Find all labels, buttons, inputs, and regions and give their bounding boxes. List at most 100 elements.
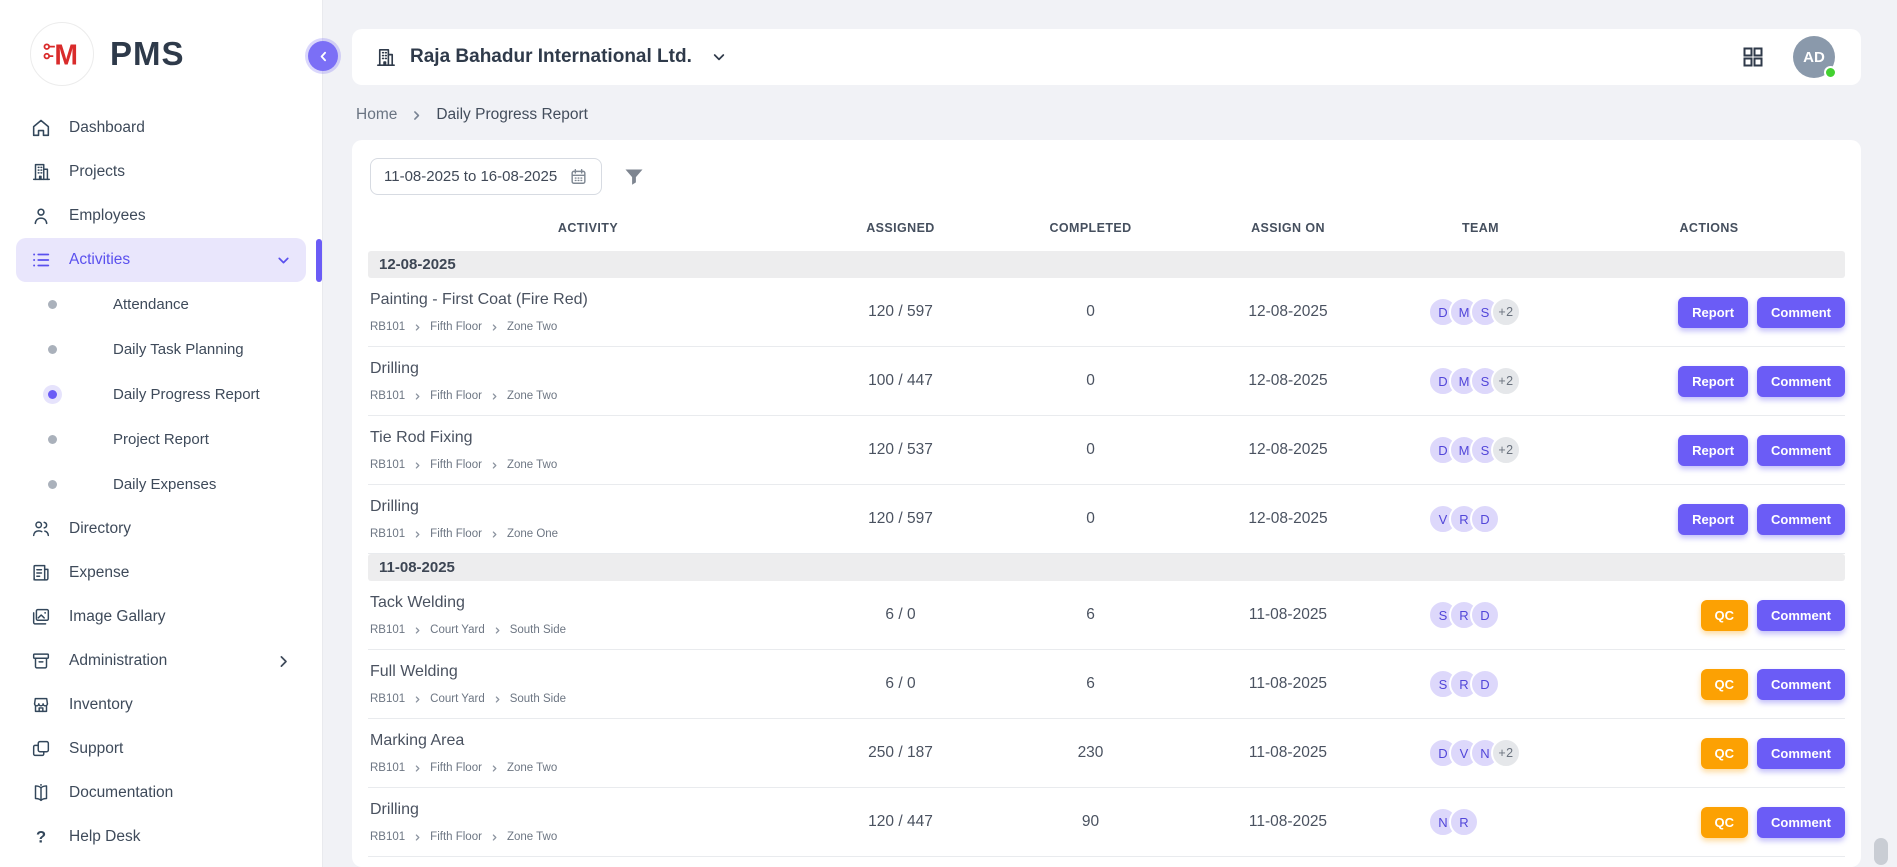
activity-location-path: RB101Fifth FloorZone Two [370,321,808,333]
sidebar-item-label: Expense [69,564,129,582]
scrollbar-thumb[interactable] [1874,838,1888,865]
comment-button[interactable]: Comment [1757,366,1845,397]
sidebar-item-label: Image Gallary [69,608,165,626]
sidebar-item-activities[interactable]: Activities [16,238,306,282]
activity-title: Tack Welding [370,594,808,612]
user-avatar[interactable]: AD [1793,36,1835,78]
home-icon [30,117,52,139]
team-more-badge[interactable]: +2 [1491,738,1521,768]
comment-button[interactable]: Comment [1757,297,1845,328]
sidebar-item-help-desk[interactable]: ? Help Desk [16,815,306,859]
sidebar-subitem-daily-progress-report[interactable]: Daily Progress Report [16,372,306,417]
sidebar-subitem-attendance[interactable]: Attendance [16,282,306,327]
chevron-right-icon [490,530,499,539]
report-button[interactable]: Report [1678,435,1748,466]
receipt-icon [30,562,52,584]
report-button[interactable]: Report [1678,504,1748,535]
topbar-right: AD [1741,36,1835,78]
sidebar-subitem-label: Attendance [113,296,189,313]
qc-button[interactable]: QC [1701,669,1749,700]
breadcrumb-current: Daily Progress Report [436,106,588,124]
date-range-input[interactable]: 11-08-2025 to 16-08-2025 [370,158,602,195]
sidebar-item-directory[interactable]: Directory [16,507,306,551]
col-activity: ACTIVITY [368,221,808,235]
chevron-down-icon [711,49,727,65]
date-range-value: 11-08-2025 to 16-08-2025 [384,168,557,185]
store-icon [30,694,52,716]
comment-button[interactable]: Comment [1757,600,1845,631]
path-crumb: Zone One [507,528,558,540]
sidebar-subitem-daily-expenses[interactable]: Daily Expenses [16,462,306,507]
path-crumb: Fifth Floor [430,528,482,540]
breadcrumb-home-link[interactable]: Home [356,106,397,124]
chevron-right-icon [410,109,423,122]
path-crumb: RB101 [370,528,405,540]
sidebar-item-label: Documentation [69,784,173,802]
bullet-dot-icon [48,390,57,399]
comment-button[interactable]: Comment [1757,669,1845,700]
assigned-value: 250 / 187 [808,744,993,762]
date-group-header: 11-08-2025 [368,554,1845,581]
report-button[interactable]: Report [1678,297,1748,328]
sidebar-item-support[interactable]: Support [16,727,306,771]
sidebar-item-documentation[interactable]: Documentation [16,771,306,815]
app-root: M PMS Dashboard Projects Employees Activ… [0,0,1897,867]
path-crumb: RB101 [370,321,405,333]
sidebar-item-dashboard[interactable]: Dashboard [16,106,306,150]
table-row: Tack Welding RB101Court YardSouth Side 6… [368,581,1845,650]
qc-button[interactable]: QC [1701,600,1749,631]
qc-button[interactable]: QC [1701,738,1749,769]
row-actions: QC Comment [1573,669,1845,700]
svg-text:?: ? [36,829,46,847]
sidebar-subitem-label: Daily Expenses [113,476,216,493]
chevron-right-icon [493,626,502,635]
chevron-right-icon [413,530,422,539]
sidebar-item-label: Help Desk [69,828,141,846]
path-crumb: Fifth Floor [430,459,482,471]
filter-icon[interactable] [622,165,646,189]
team-more-badge[interactable]: +2 [1491,366,1521,396]
chevron-right-icon [490,461,499,470]
team-more-badge[interactable]: +2 [1491,297,1521,327]
report-button[interactable]: Report [1678,366,1748,397]
activity-title: Full Welding [370,663,808,681]
building-icon [30,161,52,183]
path-crumb: RB101 [370,831,405,843]
assigned-value: 120 / 597 [808,303,993,321]
sidebar-item-employees[interactable]: Employees [16,194,306,238]
sidebar-subitem-project-report[interactable]: Project Report [16,417,306,462]
bullet-dot-icon [48,300,57,309]
sidebar-item-projects[interactable]: Projects [16,150,306,194]
chevron-down-icon [275,252,292,269]
calendar-icon[interactable] [569,167,588,186]
team-member-badge: R [1449,807,1479,837]
sidebar-collapse-button[interactable] [308,41,338,71]
table-row: Painting - First Coat (Fire Red) RB101Fi… [368,278,1845,347]
comment-button[interactable]: Comment [1757,435,1845,466]
comment-button[interactable]: Comment [1757,738,1845,769]
company-selector[interactable]: Raja Bahadur International Ltd. [374,46,727,69]
people-icon [30,518,52,540]
path-crumb: Zone Two [507,831,557,843]
activity-title: Drilling [370,801,808,819]
activity-title: Marking Area [370,732,808,750]
sidebar-item-expense[interactable]: Expense [16,551,306,595]
apps-grid-icon[interactable] [1741,45,1765,69]
breadcrumb: Home Daily Progress Report [352,85,1861,140]
qc-button[interactable]: QC [1701,807,1749,838]
sidebar-item-label: Administration [69,652,167,670]
team-avatars: SRD [1388,669,1573,699]
assign-on-date: 11-08-2025 [1188,744,1388,762]
sidebar-item-inventory[interactable]: Inventory [16,683,306,727]
sidebar-subitem-daily-task-planning[interactable]: Daily Task Planning [16,327,306,372]
sidebar-item-image-gallary[interactable]: Image Gallary [16,595,306,639]
comment-button[interactable]: Comment [1757,807,1845,838]
team-more-badge[interactable]: +2 [1491,435,1521,465]
sidebar-item-administration[interactable]: Administration [16,639,306,683]
completed-value: 0 [993,441,1188,459]
sidebar: M PMS Dashboard Projects Employees Activ… [0,0,323,867]
col-team: TEAM [1388,221,1573,235]
comment-button[interactable]: Comment [1757,504,1845,535]
completed-value: 0 [993,303,1188,321]
col-completed: COMPLETED [993,221,1188,235]
